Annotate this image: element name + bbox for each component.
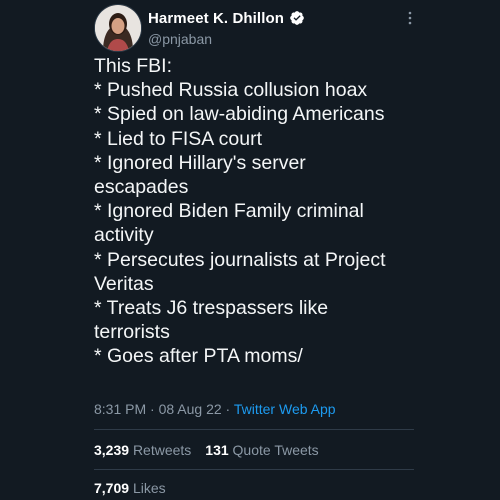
quote-tweets-count: 131 xyxy=(205,442,229,458)
likes-label: Likes xyxy=(132,480,166,496)
tweet-line: * Pushed Russia collusion hoax xyxy=(94,79,368,102)
tweet-line: This FBI: xyxy=(94,55,173,77)
quote-tweets-stat[interactable]: 131 Quote Tweets xyxy=(205,442,318,458)
tweet-meta: 8:31 PM · 08 Aug 22 · Twitter Web App xyxy=(94,401,336,417)
display-name[interactable]: Harmeet K. Dhillon xyxy=(148,10,284,27)
tweet-line: activity xyxy=(94,224,154,247)
quote-tweets-label: Quote Tweets xyxy=(232,442,319,458)
tweet-time[interactable]: 8:31 PM xyxy=(94,401,146,417)
tweet-text: This FBI: * Pushed Russia collusion hoax… xyxy=(94,54,424,369)
tweet-date[interactable]: 08 Aug 22 xyxy=(159,401,222,417)
likes-count: 7,709 xyxy=(94,480,130,496)
likes-stat[interactable]: 7,709 Likes xyxy=(94,480,166,496)
tweet-line: * Ignored Hillary's server xyxy=(94,151,306,174)
avatar-image xyxy=(95,5,141,51)
divider xyxy=(94,429,414,430)
engagement-stats: 3,239 Retweets 131 Quote Tweets xyxy=(94,442,319,458)
meta-separator: · xyxy=(150,401,155,417)
tweet-line: * Spied on law-abiding Americans xyxy=(94,103,385,126)
tweet-line: * Treats J6 trespassers like xyxy=(94,297,329,320)
tweet-line: terrorists xyxy=(94,321,170,344)
verified-badge-icon xyxy=(289,10,305,26)
tweet-card: Harmeet K. Dhillon @pnjaban This FBI: * … xyxy=(0,0,500,500)
tweet-line: Veritas xyxy=(94,272,154,295)
author-handle[interactable]: @pnjaban xyxy=(148,31,212,47)
tweet-line: * Goes after PTA moms/ xyxy=(94,345,303,368)
source-app-link[interactable]: Twitter Web App xyxy=(234,401,336,417)
retweets-count: 3,239 xyxy=(94,442,130,458)
avatar[interactable] xyxy=(94,4,142,52)
divider xyxy=(94,469,414,470)
tweet-line: * Persecutes journalists at Project xyxy=(94,248,386,271)
meta-separator: · xyxy=(225,401,231,417)
retweets-label: Retweets xyxy=(132,442,192,458)
author-name-row[interactable]: Harmeet K. Dhillon xyxy=(148,8,305,28)
retweets-stat[interactable]: 3,239 Retweets xyxy=(94,442,191,458)
tweet-line: escapades xyxy=(94,176,189,199)
more-options-icon[interactable] xyxy=(403,10,417,26)
tweet-line: * Ignored Biden Family criminal xyxy=(94,200,364,223)
tweet-line: * Lied to FISA court xyxy=(94,127,263,150)
